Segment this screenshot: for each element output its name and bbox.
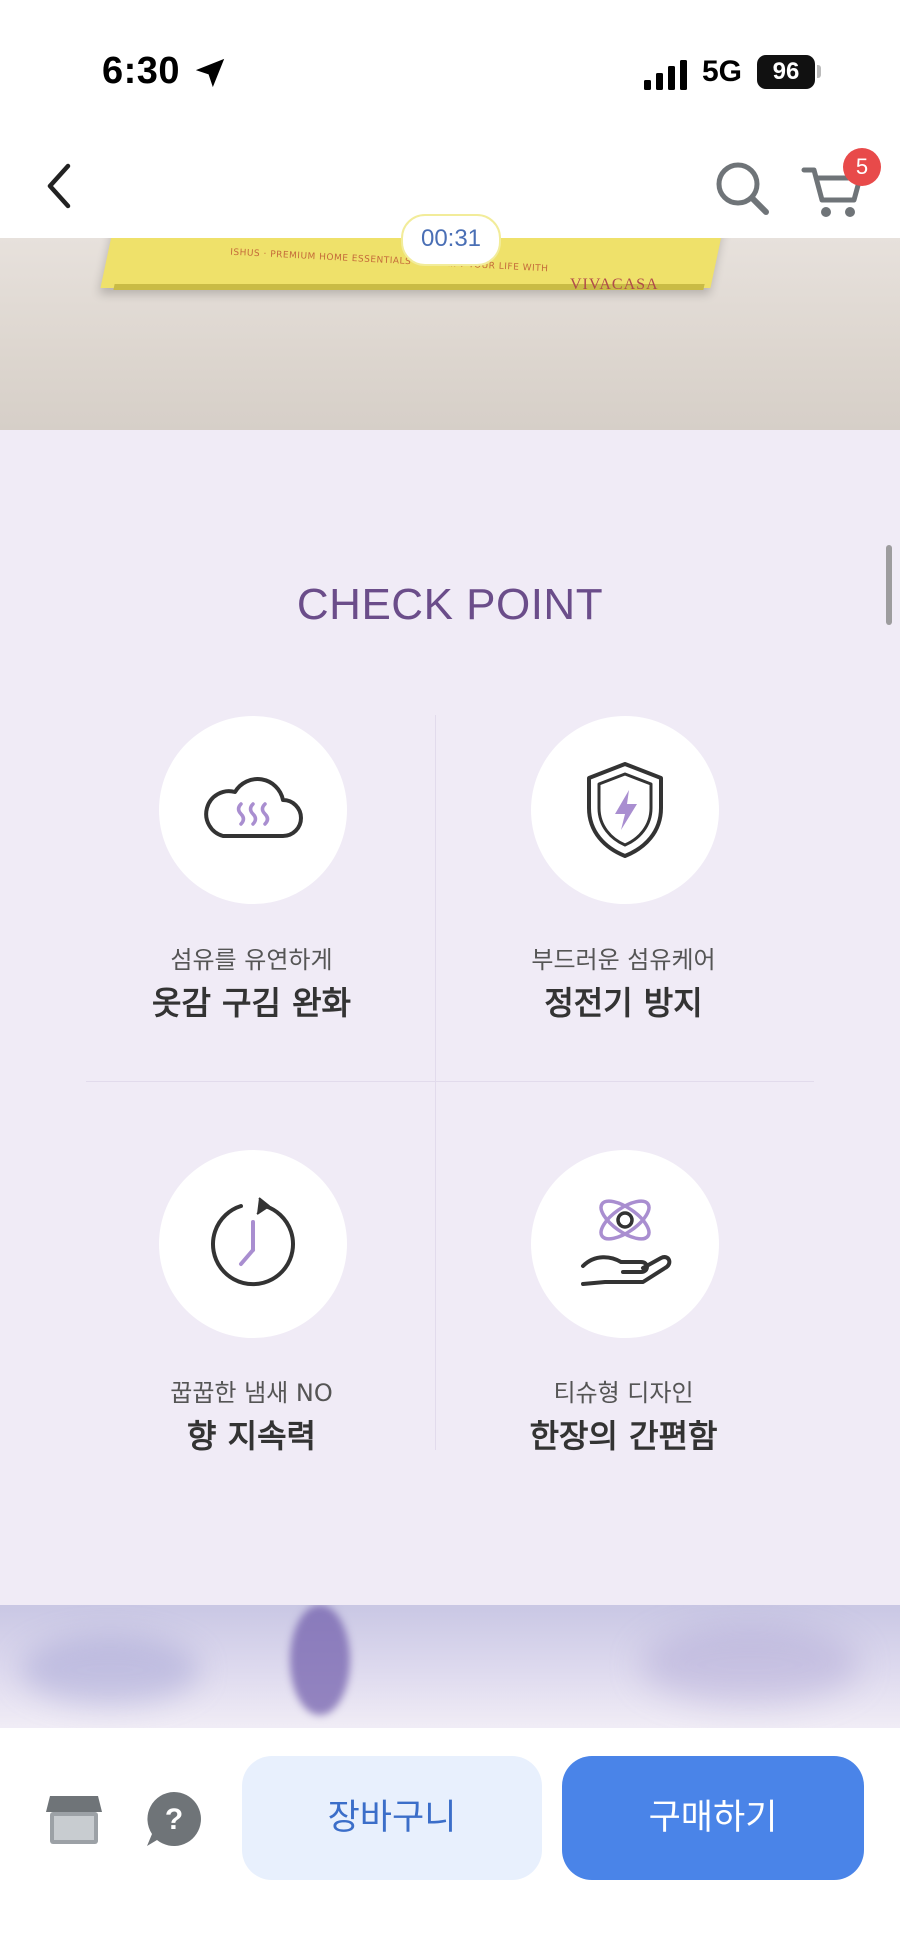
status-time: 6:30 <box>102 50 181 92</box>
feature-subtitle: 꿉꿉한 냄새 NO <box>170 1379 333 1407</box>
lavender-blur <box>640 1625 860 1705</box>
lavender-flower <box>290 1605 350 1715</box>
cloud-steam-icon <box>204 777 303 838</box>
check-point-section: CHECK POINT 섬유를 유연하게 옷감 구김 완화 부드러운 섬유케어 … <box>0 430 900 1605</box>
product-brand-logo: VIVACASA <box>570 276 659 293</box>
feature-subtitle: 티슈형 디자인 <box>553 1379 694 1407</box>
search-icon[interactable] <box>712 158 772 218</box>
back-icon[interactable] <box>40 158 80 214</box>
feature-title: 옷감 구김 완화 <box>152 984 351 1022</box>
status-bar: 6:30 5G 96 <box>0 0 900 130</box>
feature-subtitle: 부드러운 섬유케어 <box>531 946 716 974</box>
feature-title: 향 지속력 <box>187 1417 316 1455</box>
network-type: 5G <box>702 55 743 88</box>
scrollbar[interactable] <box>886 545 892 625</box>
feature-subtitle: 섬유를 유연하게 <box>170 946 333 974</box>
check-point-title: CHECK POINT <box>296 580 604 629</box>
location-arrow-icon <box>195 58 225 88</box>
battery-tip <box>817 65 821 78</box>
feature-icon-circle <box>159 1150 347 1338</box>
store-icon[interactable] <box>44 1790 104 1848</box>
add-to-cart-button[interactable]: 장바구니 <box>242 1756 542 1880</box>
question-icon[interactable]: ? <box>143 1788 205 1850</box>
buy-now-button[interactable]: 구매하기 <box>562 1756 864 1880</box>
feature-icon-circle <box>531 716 719 904</box>
hand-atom-icon <box>581 1199 672 1286</box>
shield-lightning-icon <box>587 762 663 858</box>
cart-count-badge: 5 <box>843 148 881 186</box>
lavender-blur <box>20 1635 200 1705</box>
battery-icon: 96 <box>757 55 815 89</box>
lavender-image <box>0 1605 900 1745</box>
product-video-frame[interactable]: ISHUS · PREMIUM HOME ESSENTIALS · SIMPLI… <box>0 238 900 430</box>
svg-text:?: ? <box>165 1803 183 1836</box>
clock-icon <box>211 1197 295 1287</box>
feature-icon-circle <box>531 1150 719 1338</box>
feature-title: 한장의 간편함 <box>529 1417 718 1455</box>
vertical-divider <box>435 715 436 1450</box>
feature-title: 정전기 방지 <box>544 984 703 1022</box>
horizontal-divider <box>86 1081 814 1082</box>
video-timer: 00:31 <box>401 214 501 266</box>
feature-icon-circle <box>159 716 347 904</box>
bottom-action-bar: ? 장바구니 구매하기 <box>0 1728 900 1956</box>
signal-icon <box>644 60 687 90</box>
